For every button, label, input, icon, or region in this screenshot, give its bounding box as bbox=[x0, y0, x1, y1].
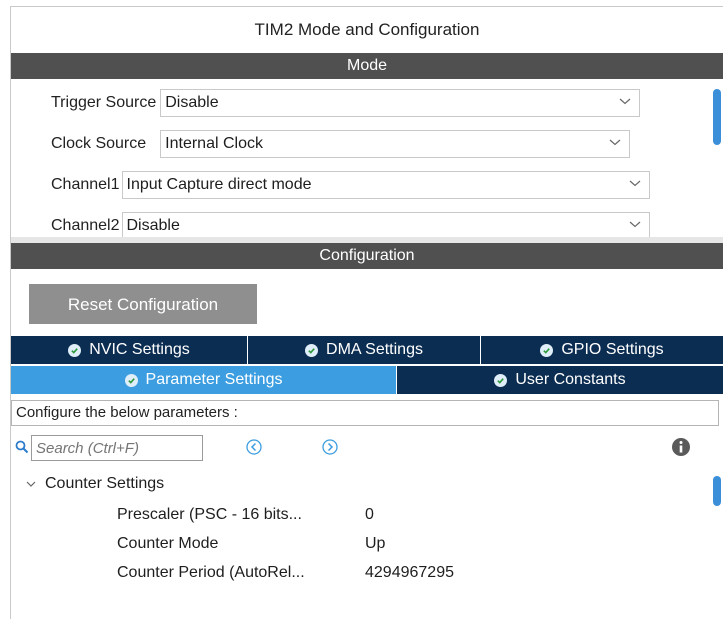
check-circle-icon bbox=[540, 343, 554, 357]
parameters-scrollbar[interactable] bbox=[711, 471, 723, 619]
check-circle-icon bbox=[68, 343, 82, 357]
clock-source-label: Clock Source bbox=[51, 135, 147, 152]
search-row bbox=[11, 433, 723, 465]
tab-nvic-settings[interactable]: NVIC Settings bbox=[11, 336, 248, 364]
param-row-counter-mode[interactable]: Counter Mode Up bbox=[117, 530, 385, 558]
clock-source-value: Internal Clock bbox=[165, 135, 263, 152]
param-value[interactable]: Up bbox=[365, 535, 385, 553]
param-name: Counter Mode bbox=[117, 535, 219, 552]
previous-result-icon[interactable] bbox=[245, 438, 263, 456]
tree-group-counter-settings[interactable]: Counter Settings bbox=[25, 471, 164, 497]
chevron-down-icon bbox=[26, 481, 36, 487]
channel1-select[interactable]: Input Capture direct mode bbox=[121, 171, 650, 199]
mode-scrollbar[interactable] bbox=[711, 79, 723, 237]
mode-row-channel1: Channel1 Input Capture direct mode bbox=[51, 171, 650, 199]
reset-configuration-button[interactable]: Reset Configuration bbox=[29, 284, 257, 324]
search-icon bbox=[15, 440, 29, 454]
tim2-config-panel: TIM2 Mode and Configuration Mode Trigger… bbox=[10, 6, 723, 619]
chevron-down-icon bbox=[629, 221, 640, 228]
trigger-source-value: Disable bbox=[165, 94, 219, 111]
channel2-value: Disable bbox=[126, 217, 180, 234]
next-result-icon[interactable] bbox=[321, 438, 339, 456]
tab-parameter-settings[interactable]: Parameter Settings bbox=[11, 366, 397, 394]
parameters-description: Configure the below parameters : bbox=[11, 400, 719, 426]
tab-dma-settings[interactable]: DMA Settings bbox=[248, 336, 481, 364]
configuration-section-header: Configuration bbox=[11, 243, 723, 269]
channel1-label: Channel1 bbox=[51, 176, 120, 193]
tabs-row-bottom: Parameter Settings User Constants bbox=[11, 366, 723, 394]
check-circle-icon bbox=[305, 343, 319, 357]
search-input[interactable] bbox=[31, 435, 203, 461]
param-name: Prescaler (PSC - 16 bits... bbox=[117, 506, 302, 523]
tab-nvic-settings-label: NVIC Settings bbox=[89, 341, 190, 358]
mode-row-channel2: Channel2 Disable bbox=[51, 212, 650, 237]
channel1-value: Input Capture direct mode bbox=[126, 176, 312, 193]
mode-row-clock-source: Clock Source Internal Clock bbox=[51, 130, 631, 158]
mode-section-header: Mode bbox=[11, 53, 723, 79]
param-value[interactable]: 4294967295 bbox=[365, 564, 454, 582]
mode-row-trigger-source: Trigger Source Disable bbox=[51, 89, 641, 117]
parameters-scroll-thumb[interactable] bbox=[713, 476, 721, 506]
tabs-row-top: NVIC Settings DMA Settings GPIO Settings bbox=[11, 336, 723, 364]
param-name: Counter Period (AutoRel... bbox=[117, 564, 305, 581]
tab-dma-settings-label: DMA Settings bbox=[326, 341, 423, 358]
param-value[interactable]: 0 bbox=[365, 506, 374, 524]
param-row-counter-period[interactable]: Counter Period (AutoRel... 4294967295 bbox=[117, 559, 454, 587]
check-circle-icon bbox=[494, 373, 508, 387]
chevron-down-icon bbox=[629, 180, 640, 187]
tab-gpio-settings-label: GPIO Settings bbox=[561, 341, 664, 358]
chevron-down-icon bbox=[609, 139, 621, 146]
configuration-area: Reset Configuration NVIC Settings DMA Se… bbox=[11, 269, 723, 619]
chevron-down-icon bbox=[619, 98, 631, 105]
tab-user-constants[interactable]: User Constants bbox=[397, 366, 723, 394]
trigger-source-label: Trigger Source bbox=[51, 94, 157, 111]
channel2-label: Channel2 bbox=[51, 217, 120, 234]
check-circle-icon bbox=[124, 373, 138, 387]
trigger-source-select[interactable]: Disable bbox=[160, 89, 641, 117]
mode-area: Trigger Source Disable Clock Source Inte… bbox=[11, 79, 723, 237]
channel2-select[interactable]: Disable bbox=[121, 212, 650, 237]
info-icon[interactable] bbox=[671, 437, 691, 457]
tab-parameter-settings-label: Parameter Settings bbox=[145, 371, 283, 388]
clock-source-select[interactable]: Internal Clock bbox=[160, 130, 631, 158]
param-row-prescaler[interactable]: Prescaler (PSC - 16 bits... 0 bbox=[117, 501, 374, 529]
tab-user-constants-label: User Constants bbox=[515, 371, 626, 388]
mode-scroll-thumb[interactable] bbox=[713, 89, 721, 145]
panel-title: TIM2 Mode and Configuration bbox=[254, 20, 480, 39]
tree-group-label: Counter Settings bbox=[45, 475, 165, 492]
tab-gpio-settings[interactable]: GPIO Settings bbox=[481, 336, 723, 364]
